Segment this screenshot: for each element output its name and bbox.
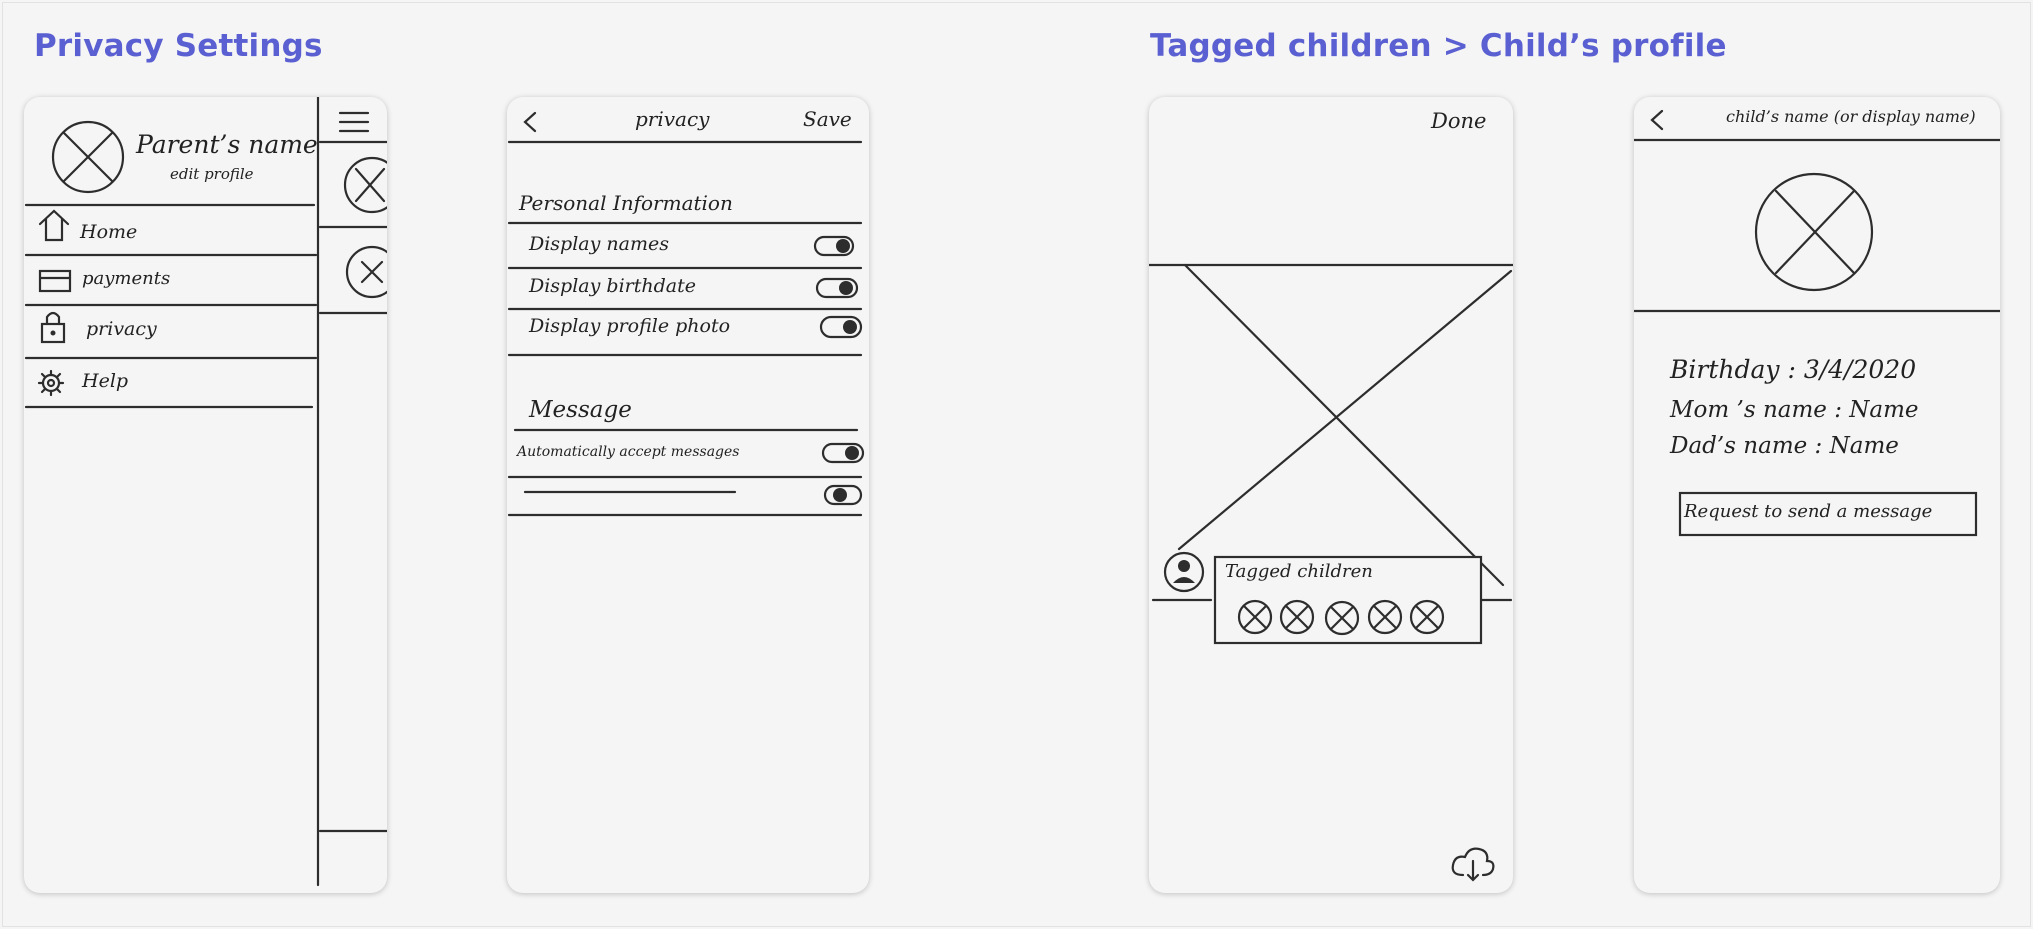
display-birthdate-label: Display birthdate: [529, 275, 696, 297]
menu-item-home[interactable]: Home: [80, 221, 137, 243]
privacy-settings-title: Privacy Settings: [34, 28, 323, 64]
back-chevron-icon: [1650, 109, 1664, 131]
toggle-unlabeled: [823, 484, 863, 506]
cloud-download-icon: [1451, 847, 1495, 882]
privacy-screen: privacy Save Personal Information Displa…: [507, 97, 869, 893]
done-button[interactable]: Done: [1431, 109, 1486, 133]
back-chevron-icon: [523, 111, 537, 133]
tagged-sketch: [1149, 263, 1513, 882]
display-names-label: Display names: [529, 233, 669, 255]
toggle-auto-accept: [821, 442, 865, 464]
menu-item-help[interactable]: Help: [82, 370, 128, 392]
child-avatar-icon: [1754, 172, 1874, 292]
request-message-button[interactable]: Request to send a message: [1684, 501, 1932, 522]
mom-name-text: Mom ’s name : Name: [1670, 397, 1919, 423]
toggle-display-birthdate: [815, 277, 859, 299]
tagged-children-label: Tagged children: [1225, 561, 1373, 582]
message-heading: Message: [529, 397, 632, 423]
gear-icon: [37, 369, 65, 397]
lock-icon: [40, 311, 66, 344]
toggle-display-names: [813, 235, 855, 257]
personal-info-heading: Personal Information: [519, 191, 733, 215]
child-name-title: child’s name (or display name): [1726, 107, 1976, 126]
privacy-page-title: privacy: [635, 107, 710, 131]
menu-item-payments[interactable]: payments: [82, 268, 170, 289]
menu-sketch: [24, 97, 387, 887]
menu-screen: Parent’s name edit profile Home payments…: [24, 97, 387, 893]
privacy-sketch: [507, 111, 865, 517]
avatar-placeholder-icon: [51, 120, 125, 194]
peek-avatar-icon-1: [343, 156, 387, 214]
child-sketch: [1634, 109, 2000, 537]
birthday-text: Birthday : 3/4/2020: [1670, 355, 1917, 384]
auto-accept-label: Automatically accept messages: [517, 444, 740, 460]
save-button[interactable]: Save: [803, 107, 852, 131]
parent-name: Parent’s name: [136, 130, 318, 159]
child-profile-screen: child’s name (or display name) Birthday …: [1634, 97, 2000, 893]
tagged-screen: Done Tagged children: [1149, 97, 1513, 893]
card-icon: [38, 269, 72, 293]
tagged-children-title: Tagged children > Child’s profile: [1150, 28, 1727, 64]
display-photo-label: Display profile photo: [529, 315, 731, 337]
menu-item-privacy[interactable]: privacy: [86, 318, 157, 340]
toggle-display-photo: [819, 315, 863, 339]
dad-name-text: Dad’s name : Name: [1670, 433, 1899, 459]
hamburger-icon: [338, 111, 370, 133]
peek-avatar-icon-2: [345, 245, 387, 299]
photo-placeholder-icon: [1149, 263, 1513, 602]
person-icon: [1163, 551, 1205, 593]
edit-profile-link[interactable]: edit profile: [170, 165, 254, 183]
home-icon: [38, 209, 70, 242]
